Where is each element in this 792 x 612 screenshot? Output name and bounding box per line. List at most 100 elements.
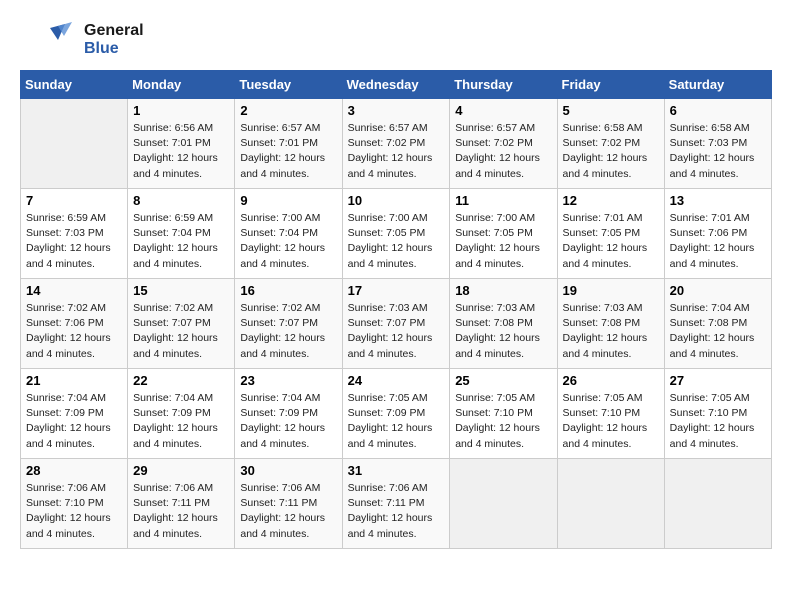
- day-number: 22: [133, 373, 229, 388]
- day-number: 20: [670, 283, 766, 298]
- day-number: 12: [563, 193, 659, 208]
- calendar-cell: [664, 459, 771, 549]
- calendar-cell: 21 Sunrise: 7:04 AM Sunset: 7:09 PM Dayli…: [21, 369, 128, 459]
- week-row-2: 7 Sunrise: 6:59 AM Sunset: 7:03 PM Daylig…: [21, 189, 772, 279]
- day-info: Sunrise: 7:06 AM Sunset: 7:11 PM Dayligh…: [133, 481, 229, 542]
- calendar-cell: [450, 459, 557, 549]
- day-info: Sunrise: 7:04 AM Sunset: 7:09 PM Dayligh…: [26, 391, 122, 452]
- day-info: Sunrise: 7:01 AM Sunset: 7:05 PM Dayligh…: [563, 211, 659, 272]
- day-info: Sunrise: 6:59 AM Sunset: 7:04 PM Dayligh…: [133, 211, 229, 272]
- day-info: Sunrise: 7:04 AM Sunset: 7:09 PM Dayligh…: [240, 391, 336, 452]
- day-number: 2: [240, 103, 336, 118]
- day-number: 31: [348, 463, 445, 478]
- calendar-cell: [21, 99, 128, 189]
- calendar-table: SundayMondayTuesdayWednesdayThursdayFrid…: [20, 70, 772, 549]
- calendar-cell: 14Sunrise: 7:02 AM Sunset: 7:06 PM Dayli…: [21, 279, 128, 369]
- calendar-cell: 6 Sunrise: 6:58 AM Sunset: 7:03 PM Daylig…: [664, 99, 771, 189]
- day-info: Sunrise: 7:00 AM Sunset: 7:05 PM Dayligh…: [348, 211, 445, 272]
- day-info: Sunrise: 7:03 AM Sunset: 7:08 PM Dayligh…: [563, 301, 659, 362]
- day-info: Sunrise: 7:05 AM Sunset: 7:09 PM Dayligh…: [348, 391, 445, 452]
- calendar-cell: 23 Sunrise: 7:04 AM Sunset: 7:09 PM Dayli…: [235, 369, 342, 459]
- calendar-cell: 25 Sunrise: 7:05 AM Sunset: 7:10 PM Dayli…: [450, 369, 557, 459]
- day-number: 16: [240, 283, 336, 298]
- calendar-cell: 30 Sunrise: 7:06 AM Sunset: 7:11 PM Dayli…: [235, 459, 342, 549]
- day-info: Sunrise: 6:59 AM Sunset: 7:03 PM Dayligh…: [26, 211, 122, 272]
- header-wednesday: Wednesday: [342, 71, 450, 99]
- day-info: Sunrise: 6:57 AM Sunset: 7:01 PM Dayligh…: [240, 121, 336, 182]
- day-info: Sunrise: 7:05 AM Sunset: 7:10 PM Dayligh…: [455, 391, 551, 452]
- day-info: Sunrise: 7:04 AM Sunset: 7:08 PM Dayligh…: [670, 301, 766, 362]
- day-info: Sunrise: 7:06 AM Sunset: 7:11 PM Dayligh…: [240, 481, 336, 542]
- calendar-cell: 24 Sunrise: 7:05 AM Sunset: 7:09 PM Dayli…: [342, 369, 450, 459]
- calendar-cell: 17 Sunrise: 7:03 AM Sunset: 7:07 PM Dayli…: [342, 279, 450, 369]
- calendar-cell: [557, 459, 664, 549]
- day-number: 5: [563, 103, 659, 118]
- day-info: Sunrise: 6:56 AM Sunset: 7:01 PM Dayligh…: [133, 121, 229, 182]
- calendar-cell: 28 Sunrise: 7:06 AM Sunset: 7:10 PM Dayli…: [21, 459, 128, 549]
- calendar-cell: 31 Sunrise: 7:06 AM Sunset: 7:11 PM Dayli…: [342, 459, 450, 549]
- day-number: 15: [133, 283, 229, 298]
- calendar-cell: 19 Sunrise: 7:03 AM Sunset: 7:08 PM Dayli…: [557, 279, 664, 369]
- day-number: 13: [670, 193, 766, 208]
- day-number: 18: [455, 283, 551, 298]
- day-number: 21: [26, 373, 122, 388]
- week-row-1: 1 Sunrise: 6:56 AM Sunset: 7:01 PM Daylig…: [21, 99, 772, 189]
- calendar-cell: 5 Sunrise: 6:58 AM Sunset: 7:02 PM Daylig…: [557, 99, 664, 189]
- day-number: 19: [563, 283, 659, 298]
- day-number: 27: [670, 373, 766, 388]
- day-number: 23: [240, 373, 336, 388]
- calendar-cell: 8 Sunrise: 6:59 AM Sunset: 7:04 PM Daylig…: [128, 189, 235, 279]
- logo-text: GeneralBlue: [84, 22, 144, 57]
- calendar-cell: 12 Sunrise: 7:01 AM Sunset: 7:05 PM Dayli…: [557, 189, 664, 279]
- calendar-cell: 4Sunrise: 6:57 AM Sunset: 7:02 PM Daylig…: [450, 99, 557, 189]
- day-number: 7: [26, 193, 122, 208]
- day-info: Sunrise: 6:58 AM Sunset: 7:02 PM Dayligh…: [563, 121, 659, 182]
- day-info: Sunrise: 7:02 AM Sunset: 7:07 PM Dayligh…: [240, 301, 336, 362]
- header-monday: Monday: [128, 71, 235, 99]
- calendar-cell: 13 Sunrise: 7:01 AM Sunset: 7:06 PM Dayli…: [664, 189, 771, 279]
- day-number: 30: [240, 463, 336, 478]
- day-info: Sunrise: 7:06 AM Sunset: 7:11 PM Dayligh…: [348, 481, 445, 542]
- day-number: 17: [348, 283, 445, 298]
- logo-svg: [20, 20, 80, 60]
- calendar-cell: 3 Sunrise: 6:57 AM Sunset: 7:02 PM Daylig…: [342, 99, 450, 189]
- calendar-cell: 22Sunrise: 7:04 AM Sunset: 7:09 PM Dayli…: [128, 369, 235, 459]
- header-saturday: Saturday: [664, 71, 771, 99]
- day-number: 25: [455, 373, 551, 388]
- day-number: 3: [348, 103, 445, 118]
- day-info: Sunrise: 7:05 AM Sunset: 7:10 PM Dayligh…: [670, 391, 766, 452]
- day-info: Sunrise: 7:03 AM Sunset: 7:07 PM Dayligh…: [348, 301, 445, 362]
- day-info: Sunrise: 7:00 AM Sunset: 7:05 PM Dayligh…: [455, 211, 551, 272]
- calendar-cell: 27 Sunrise: 7:05 AM Sunset: 7:10 PM Dayli…: [664, 369, 771, 459]
- calendar-cell: 1 Sunrise: 6:56 AM Sunset: 7:01 PM Daylig…: [128, 99, 235, 189]
- calendar-cell: 11 Sunrise: 7:00 AM Sunset: 7:05 PM Dayli…: [450, 189, 557, 279]
- day-number: 28: [26, 463, 122, 478]
- day-number: 8: [133, 193, 229, 208]
- week-row-3: 14Sunrise: 7:02 AM Sunset: 7:06 PM Dayli…: [21, 279, 772, 369]
- day-info: Sunrise: 7:06 AM Sunset: 7:10 PM Dayligh…: [26, 481, 122, 542]
- calendar-cell: 9Sunrise: 7:00 AM Sunset: 7:04 PM Daylig…: [235, 189, 342, 279]
- week-row-4: 21 Sunrise: 7:04 AM Sunset: 7:09 PM Dayli…: [21, 369, 772, 459]
- header-sunday: Sunday: [21, 71, 128, 99]
- day-info: Sunrise: 7:01 AM Sunset: 7:06 PM Dayligh…: [670, 211, 766, 272]
- day-number: 24: [348, 373, 445, 388]
- calendar-cell: 29 Sunrise: 7:06 AM Sunset: 7:11 PM Dayli…: [128, 459, 235, 549]
- calendar-cell: 15Sunrise: 7:02 AM Sunset: 7:07 PM Dayli…: [128, 279, 235, 369]
- day-info: Sunrise: 7:00 AM Sunset: 7:04 PM Dayligh…: [240, 211, 336, 272]
- day-info: Sunrise: 6:58 AM Sunset: 7:03 PM Dayligh…: [670, 121, 766, 182]
- logo: GeneralBlue: [20, 20, 144, 60]
- day-number: 11: [455, 193, 551, 208]
- day-number: 1: [133, 103, 229, 118]
- day-number: 29: [133, 463, 229, 478]
- header-thursday: Thursday: [450, 71, 557, 99]
- calendar-cell: 20 Sunrise: 7:04 AM Sunset: 7:08 PM Dayli…: [664, 279, 771, 369]
- day-info: Sunrise: 7:05 AM Sunset: 7:10 PM Dayligh…: [563, 391, 659, 452]
- calendar-cell: 18Sunrise: 7:03 AM Sunset: 7:08 PM Dayli…: [450, 279, 557, 369]
- week-row-5: 28 Sunrise: 7:06 AM Sunset: 7:10 PM Dayli…: [21, 459, 772, 549]
- day-info: Sunrise: 6:57 AM Sunset: 7:02 PM Dayligh…: [348, 121, 445, 182]
- calendar-cell: 2 Sunrise: 6:57 AM Sunset: 7:01 PM Daylig…: [235, 99, 342, 189]
- calendar-cell: 16 Sunrise: 7:02 AM Sunset: 7:07 PM Dayli…: [235, 279, 342, 369]
- calendar-cell: 26 Sunrise: 7:05 AM Sunset: 7:10 PM Dayli…: [557, 369, 664, 459]
- day-number: 6: [670, 103, 766, 118]
- day-number: 26: [563, 373, 659, 388]
